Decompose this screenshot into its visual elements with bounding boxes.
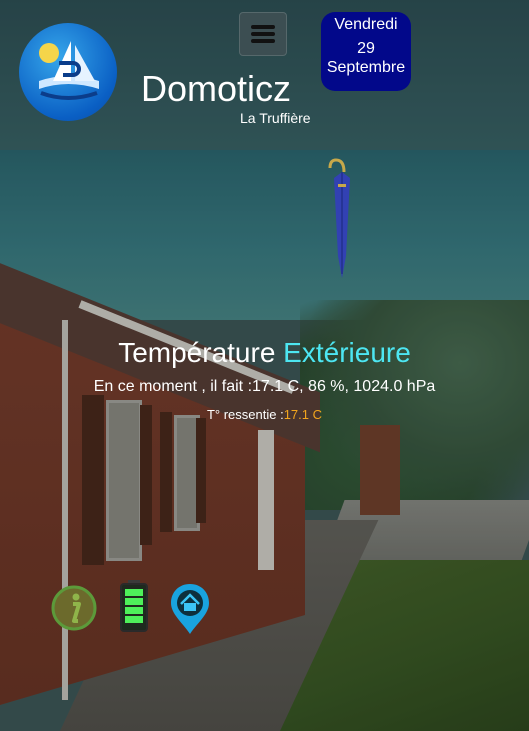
home-pin-graphic — [171, 584, 209, 634]
hamburger-menu-icon — [251, 32, 275, 36]
location-name: La Truffière — [240, 110, 311, 126]
battery-icon-graphic — [120, 580, 148, 632]
info-icon[interactable] — [51, 585, 97, 631]
hamburger-menu-icon — [251, 39, 275, 43]
info-icon-graphic — [51, 585, 97, 631]
sailboat-logo-icon[interactable] — [19, 23, 117, 121]
home-location-pin-icon[interactable] — [169, 582, 211, 636]
battery-full-icon[interactable] — [119, 579, 149, 633]
hamburger-menu-icon — [251, 25, 275, 29]
current-conditions: En ce moment , il fait :17.1 C, 86 %, 10… — [93, 378, 436, 395]
feels-like-label: T° ressentie : — [206, 407, 284, 422]
date-month: Septembre — [326, 59, 406, 76]
menu-button[interactable] — [239, 12, 287, 56]
logo-graphic — [39, 41, 99, 100]
date-weekday: Vendredi — [334, 16, 398, 33]
umbrella-closed-icon — [328, 158, 350, 278]
temperature-title-accent: Extérieure — [283, 337, 411, 368]
date-day: 29 — [357, 40, 375, 57]
date-badge: Vendredi 29 Septembre — [321, 12, 411, 91]
temperature-title-main: Température — [118, 337, 276, 368]
app-title: Domoticz — [141, 68, 292, 109]
feels-like-value: 17.1 C — [283, 407, 323, 422]
feels-like: T° ressentie :17.1 C — [0, 407, 529, 422]
temperature-title: Température Extérieure — [0, 337, 529, 369]
